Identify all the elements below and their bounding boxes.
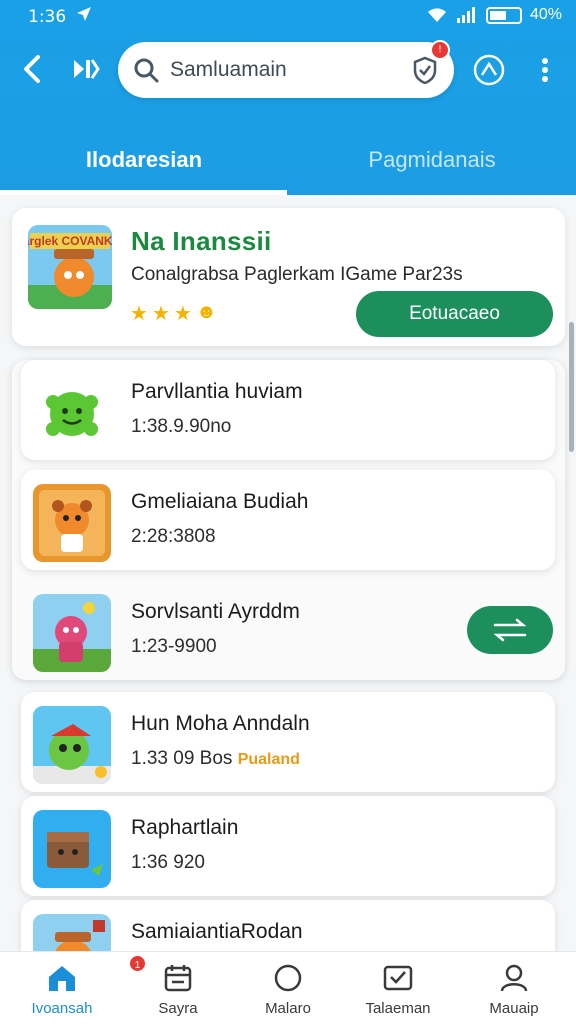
app-name: Raphartlain xyxy=(131,816,239,839)
nav-label: Mauaip xyxy=(489,1000,539,1017)
tab-primary[interactable]: Ilodaresian xyxy=(0,130,288,192)
list-item[interactable]: Hun Moha Anndaln 1.33 09 Bos Pualand xyxy=(21,692,555,792)
featured-app-subtitle: Conalgrabsa Paglerkam IGame Par23s xyxy=(131,264,463,285)
nav-label: Talaeman xyxy=(365,1000,431,1017)
wifi-icon xyxy=(427,8,446,22)
nav-item-explore[interactable]: Malaro xyxy=(240,960,336,1022)
nav-item-home[interactable]: Ivoansah xyxy=(14,960,110,1022)
star-icon: ★ xyxy=(130,303,148,325)
calendar-icon xyxy=(164,965,192,992)
featured-action-button[interactable]: Eotuacaeo xyxy=(356,291,553,337)
list-item[interactable]: Gmeliaiana Budiah 2:28:3808 xyxy=(21,470,555,570)
circle-icon xyxy=(274,964,302,992)
app-meta: 1:36 920 xyxy=(131,852,205,873)
featured-app-card[interactable]: Larglek COVANKIN Na Inanssii Conalgrabsa… xyxy=(12,208,565,346)
scrollbar[interactable] xyxy=(569,322,574,452)
nav-item-inbox[interactable]: Talaeman xyxy=(350,960,446,1022)
top-toolbar: ! xyxy=(0,40,576,100)
app-meta: 2:28:3808 xyxy=(131,526,216,547)
app-meta: 1.33 09 Bos Pualand xyxy=(131,748,300,770)
app-name: Hun Moha Anndaln xyxy=(131,712,310,735)
list-item[interactable]: Parvllantia huviam 1:38.9.90no xyxy=(21,360,555,460)
shield-icon[interactable] xyxy=(412,56,438,84)
thumbnail-logo-text: Larglek COVANKIN xyxy=(28,234,112,248)
search-bar[interactable]: ! xyxy=(118,40,454,98)
media-play-icon[interactable] xyxy=(70,54,100,84)
status-bar: 1:36 40% xyxy=(0,0,576,34)
tab-bar: Ilodaresian Pagmidanais xyxy=(0,130,576,195)
emoji-face-icon: ☻ xyxy=(195,301,217,323)
list-item[interactable]: Sorvlsanti Ayrddm 1:23-9900 xyxy=(21,580,555,680)
tab-indicator xyxy=(0,190,287,195)
app-header: 1:36 40% ! Ilodaresian Pagmidanais xyxy=(0,0,576,195)
app-thumbnail xyxy=(33,810,111,888)
inbox-icon xyxy=(383,965,413,991)
app-thumbnail xyxy=(33,484,111,562)
notification-badge: ! xyxy=(430,40,450,60)
status-right: 40% xyxy=(426,6,562,24)
swap-arrows-icon xyxy=(493,618,527,642)
search-icon xyxy=(134,58,159,83)
location-arrow-icon xyxy=(77,7,91,21)
featured-app-thumbnail: Larglek COVANKIN xyxy=(28,225,112,309)
clock-icon[interactable] xyxy=(473,54,505,86)
back-icon[interactable] xyxy=(18,52,48,86)
star-icon: ★ xyxy=(151,303,170,325)
more-vertical-icon[interactable] xyxy=(530,54,560,86)
app-name: Gmeliaiana Budiah xyxy=(131,490,309,513)
profile-icon xyxy=(500,964,528,992)
bottom-navigation: Ivoansah Sayra Malaro Talaeman Mauaip xyxy=(0,951,576,1024)
nav-label: Malaro xyxy=(265,1000,311,1017)
battery-icon xyxy=(485,6,522,24)
app-name: Sorvlsanti Ayrddm xyxy=(131,600,300,623)
star-icon: ★ xyxy=(173,303,192,325)
nav-label: Sayra xyxy=(158,1000,198,1017)
battery-percent: 40% xyxy=(529,6,562,23)
app-meta: 1:23-9900 xyxy=(131,636,217,657)
swap-button[interactable] xyxy=(467,606,553,654)
tab-secondary[interactable]: Pagmidanais xyxy=(288,130,576,192)
nav-notification-badge: 1 xyxy=(128,954,147,973)
app-name: SamiaiantiaRodan xyxy=(131,920,303,943)
search-input[interactable] xyxy=(170,54,400,86)
status-time: 1:36 xyxy=(28,7,67,27)
nav-item-profile[interactable]: Mauaip xyxy=(466,960,562,1022)
app-name: Parvllantia huviam xyxy=(131,380,303,403)
home-icon xyxy=(49,966,75,991)
list-item[interactable]: Raphartlain 1:36 920 xyxy=(21,796,555,896)
featured-app-title: Na Inanssii xyxy=(131,226,272,256)
app-tag: Pualand xyxy=(237,751,300,768)
app-thumbnail xyxy=(33,374,111,452)
app-thumbnail xyxy=(33,594,111,672)
featured-rating: ★ ★ ★ ☻ xyxy=(130,301,217,326)
nav-label: Ivoansah xyxy=(31,1000,93,1017)
signal-icon xyxy=(456,7,475,23)
app-meta-text: 1.33 09 Bos xyxy=(131,748,233,769)
app-meta: 1:38.9.90no xyxy=(131,416,232,437)
app-thumbnail xyxy=(33,706,111,784)
